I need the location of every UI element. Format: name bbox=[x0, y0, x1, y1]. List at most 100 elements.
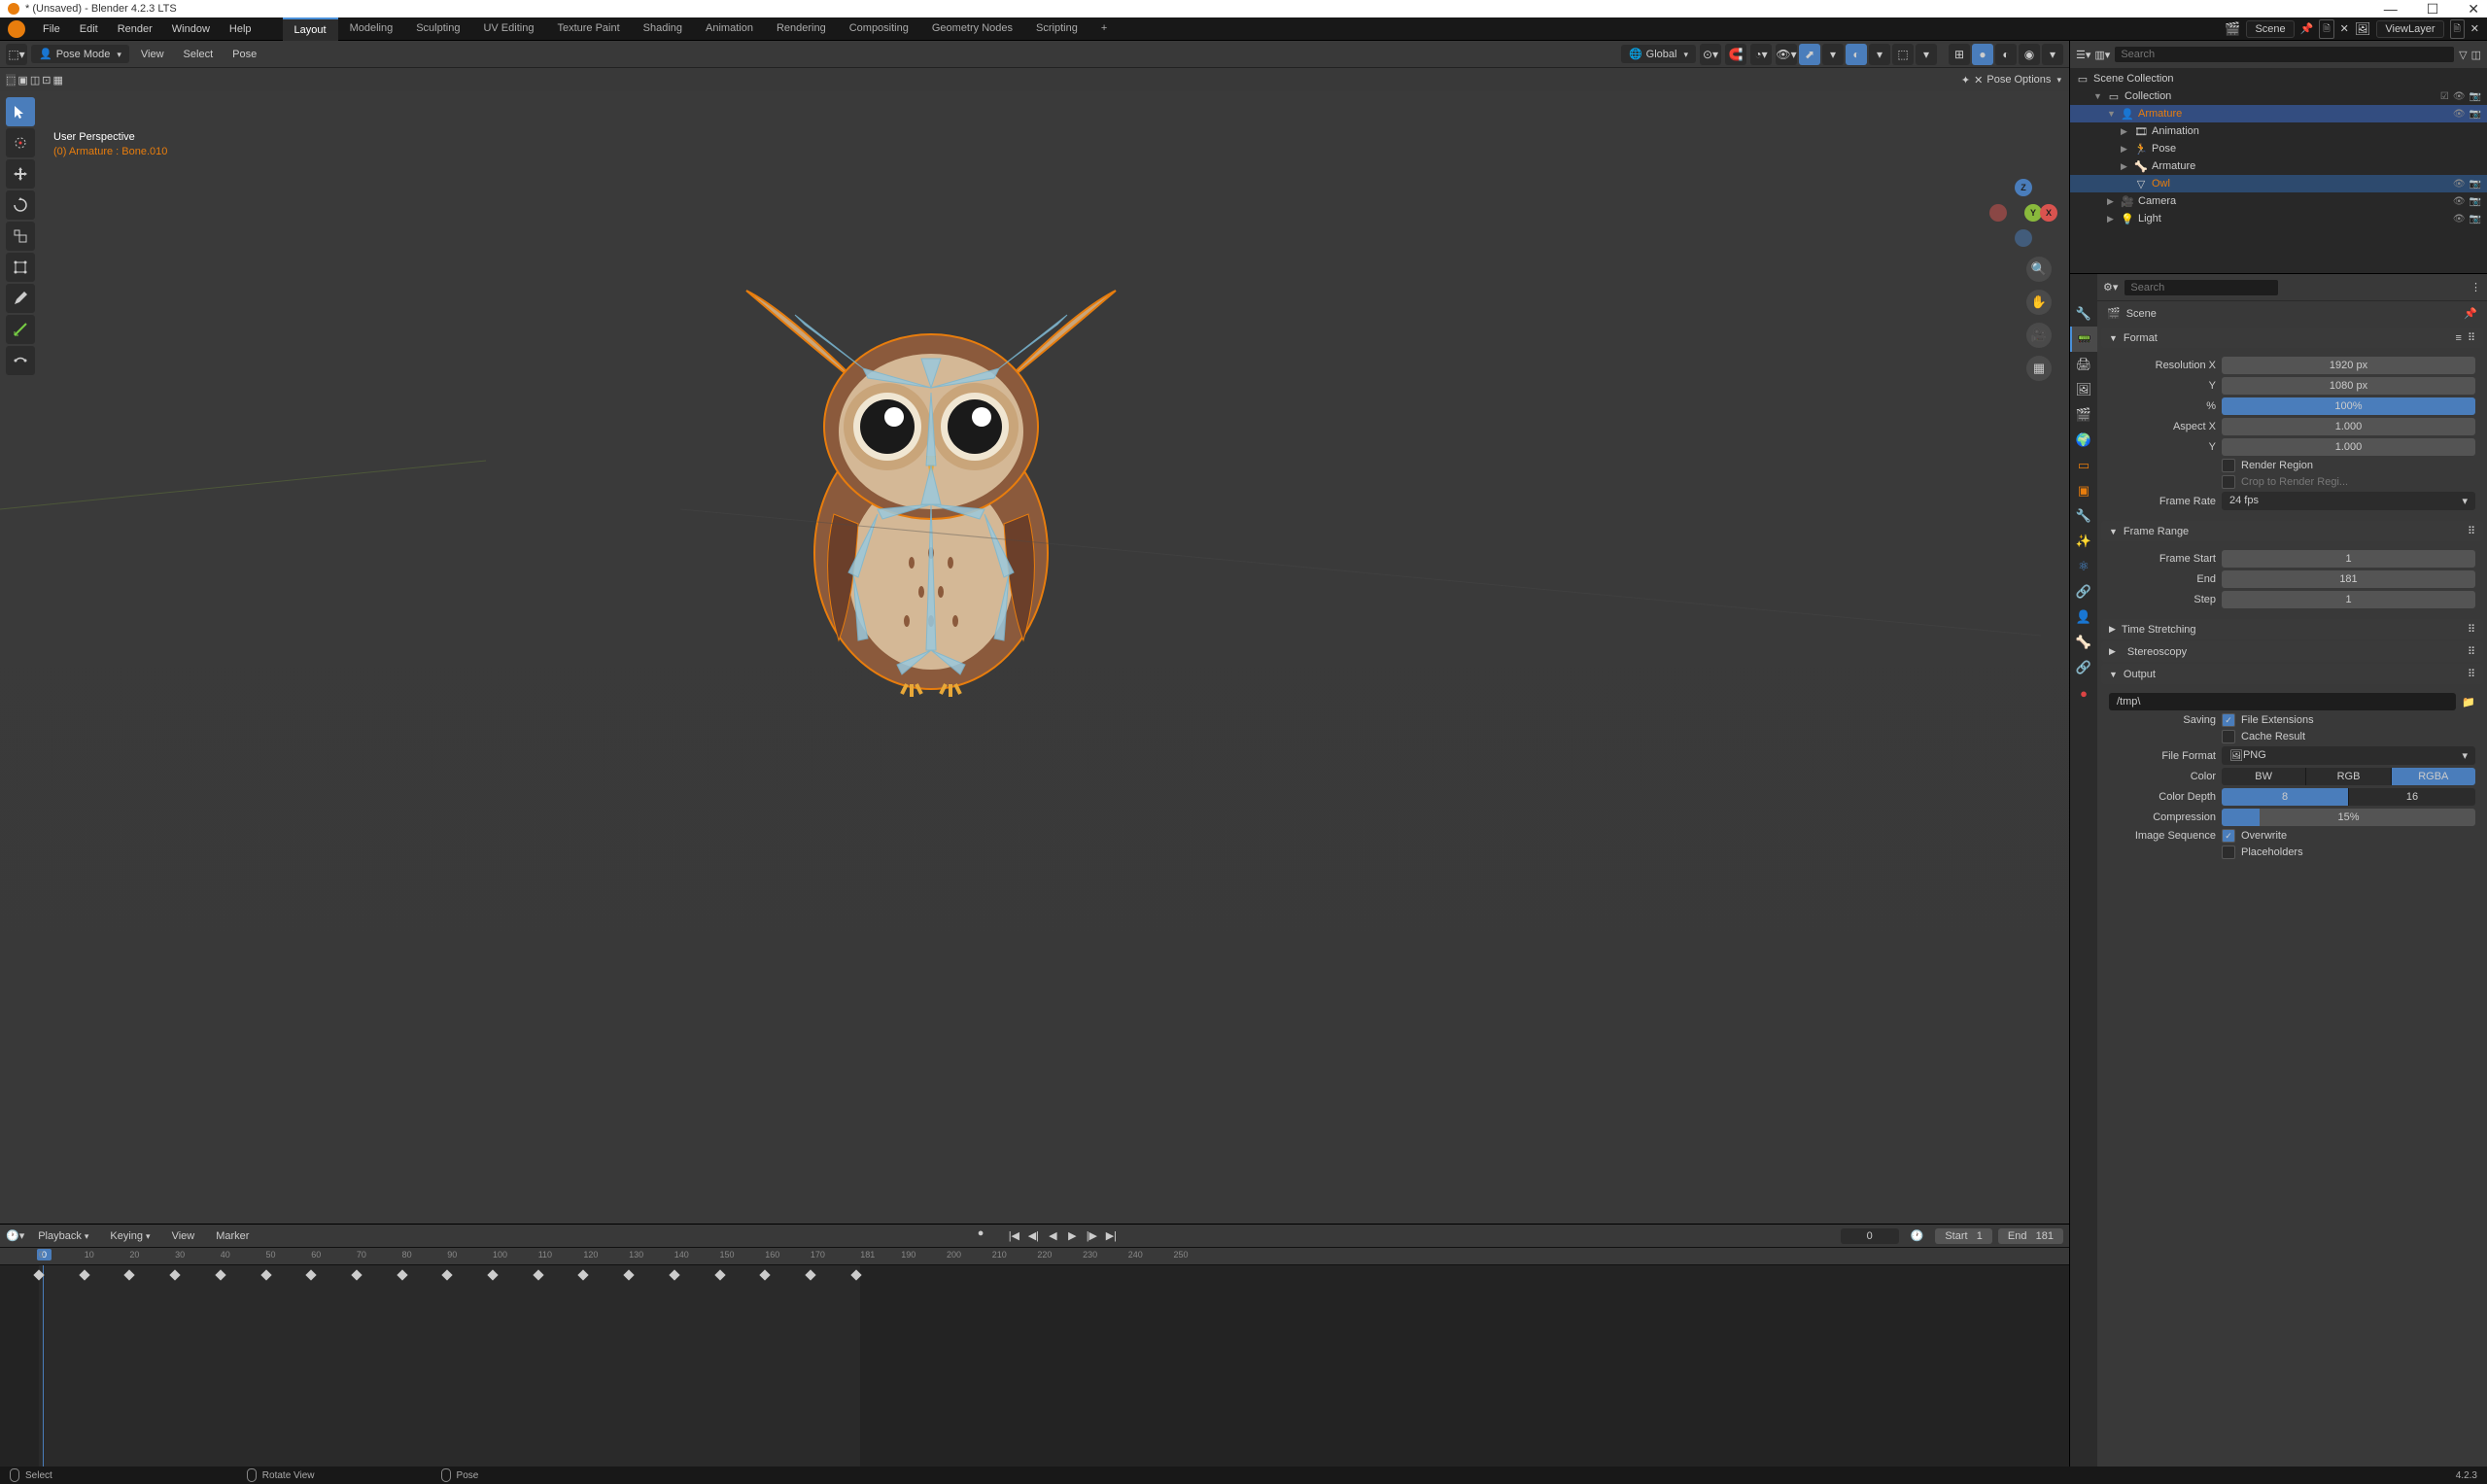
keyframe[interactable] bbox=[442, 1269, 453, 1280]
tree-scene-collection[interactable]: ▭ Scene Collection bbox=[2070, 70, 2487, 87]
panel-stereo-header[interactable]: ▶ Stereoscopy ⠿ bbox=[2101, 641, 2483, 662]
shading-material-icon[interactable]: ◐ bbox=[1995, 44, 2017, 65]
eye-icon[interactable]: 👁 bbox=[2453, 109, 2466, 120]
preset-icon[interactable]: ≡ bbox=[2456, 332, 2462, 344]
keyframe[interactable] bbox=[169, 1269, 180, 1280]
xray-icon[interactable]: ⬚ bbox=[1892, 44, 1914, 65]
drag-icon[interactable]: ⠿ bbox=[2468, 668, 2475, 680]
jump-start-icon[interactable]: |◀ bbox=[1005, 1227, 1022, 1245]
field-resy[interactable]: 1080 px bbox=[2222, 377, 2475, 395]
play-icon[interactable]: ▶ bbox=[1063, 1227, 1081, 1245]
tree-toggle-icon[interactable]: ▶ bbox=[2121, 126, 2130, 137]
eye-icon[interactable]: 👁 bbox=[2453, 179, 2466, 190]
nav-gizmo[interactable]: Z Y X bbox=[1989, 179, 2057, 247]
shading-wireframe-icon[interactable]: ⊞ bbox=[1949, 44, 1970, 65]
tool-scale[interactable] bbox=[6, 222, 35, 251]
outliner-search[interactable] bbox=[2114, 46, 2455, 63]
maximize-button[interactable]: ☐ bbox=[2427, 1, 2439, 17]
field-framestart[interactable]: 1 bbox=[2222, 550, 2475, 568]
end-frame-field[interactable]: End 181 bbox=[1998, 1228, 2063, 1244]
outliner-type-icon[interactable]: ☰▾ bbox=[2076, 49, 2090, 61]
ptab-physics[interactable]: ⚛ bbox=[2070, 554, 2097, 579]
prop-options-icon[interactable]: ⋮ bbox=[2470, 281, 2481, 293]
ptab-output[interactable]: 🖨 bbox=[2070, 352, 2097, 377]
outliner-new-collection-icon[interactable]: ◫ bbox=[2471, 49, 2481, 61]
scene-selector[interactable]: Scene bbox=[2246, 20, 2294, 38]
pivot-icon[interactable]: ⊙▾ bbox=[1700, 44, 1721, 65]
workspace-animation[interactable]: Animation bbox=[694, 17, 765, 41]
mode-selector[interactable]: 👤 Pose Mode bbox=[31, 45, 129, 63]
shading-rendered-icon[interactable]: ◉ bbox=[2019, 44, 2040, 65]
keyframe[interactable] bbox=[487, 1269, 498, 1280]
render-icon[interactable]: 📷 bbox=[2470, 214, 2481, 224]
ptab-particles[interactable]: ✨ bbox=[2070, 529, 2097, 554]
select-mode-1-icon[interactable]: ⬚ bbox=[6, 74, 16, 86]
folder-icon[interactable]: 📁 bbox=[2462, 696, 2475, 708]
workspace-add[interactable]: + bbox=[1089, 17, 1119, 41]
depth-16[interactable]: 16 bbox=[2349, 788, 2475, 806]
viewport-3d[interactable]: User Perspective (0) Armature : Bone.010 bbox=[0, 91, 2069, 1224]
keyframe[interactable] bbox=[850, 1269, 861, 1280]
keyframe[interactable] bbox=[623, 1269, 634, 1280]
blender-logo-icon[interactable] bbox=[8, 20, 25, 38]
ptab-viewlayer[interactable]: 🖼 bbox=[2070, 377, 2097, 402]
keyframe[interactable] bbox=[351, 1269, 362, 1280]
eye-icon[interactable]: 👁 bbox=[2453, 214, 2466, 224]
tree-row-light[interactable]: ▶💡Light👁📷 bbox=[2070, 210, 2487, 227]
render-icon[interactable]: 📷 bbox=[2470, 196, 2481, 207]
select-mode-5-icon[interactable]: ▦ bbox=[52, 74, 62, 86]
keyframe[interactable] bbox=[805, 1269, 815, 1280]
color-rgb[interactable]: RGB bbox=[2306, 768, 2391, 785]
pan-icon[interactable]: ✋ bbox=[2026, 290, 2052, 315]
keyframe[interactable] bbox=[33, 1269, 44, 1280]
menu-window[interactable]: Window bbox=[164, 20, 218, 38]
menu-file[interactable]: File bbox=[35, 20, 68, 38]
workspace-texture[interactable]: Texture Paint bbox=[545, 17, 631, 41]
field-frameend[interactable]: 181 bbox=[2222, 570, 2475, 588]
scene-pin-icon[interactable]: 📌 bbox=[2300, 22, 2314, 35]
chk-crop-region[interactable] bbox=[2222, 475, 2235, 489]
viewlayer-browse-icon[interactable]: 🖼 bbox=[2355, 21, 2371, 37]
ptab-bone[interactable]: 🦴 bbox=[2070, 630, 2097, 655]
keyframe[interactable] bbox=[714, 1269, 725, 1280]
outliner-display-icon[interactable]: ▥▾ bbox=[2094, 49, 2110, 61]
tree-toggle-icon[interactable]: ▶ bbox=[2107, 196, 2117, 207]
prev-keyframe-icon[interactable]: ◀| bbox=[1024, 1227, 1042, 1245]
next-keyframe-icon[interactable]: |▶ bbox=[1083, 1227, 1100, 1245]
outliner-filter-icon[interactable]: ▽ bbox=[2459, 49, 2467, 61]
panel-output-header[interactable]: ▼ Output ⠿ bbox=[2101, 664, 2483, 684]
keyframe[interactable] bbox=[124, 1269, 135, 1280]
workspace-sculpting[interactable]: Sculpting bbox=[404, 17, 471, 41]
tl-view-menu[interactable]: View bbox=[164, 1227, 203, 1245]
current-frame-field[interactable]: 0 bbox=[1841, 1228, 1899, 1244]
panel-format-header[interactable]: ▼ Format ≡ ⠿ bbox=[2101, 328, 2483, 348]
playhead[interactable] bbox=[43, 1265, 44, 1467]
tl-marker-menu[interactable]: Marker bbox=[208, 1227, 257, 1245]
color-bw[interactable]: BW bbox=[2222, 768, 2306, 785]
gizmo-icon[interactable]: ⬈ bbox=[1799, 44, 1820, 65]
tree-toggle-icon[interactable]: ▶ bbox=[2121, 144, 2130, 155]
overlay-dropdown-icon[interactable]: ▾ bbox=[1869, 44, 1890, 65]
tool-extra[interactable] bbox=[6, 346, 35, 375]
compression-slider[interactable]: 15% bbox=[2222, 809, 2475, 826]
drag-icon[interactable]: ⠿ bbox=[2468, 645, 2475, 658]
tl-keying-menu[interactable]: Keying bbox=[102, 1227, 157, 1245]
depth-8[interactable]: 8 bbox=[2222, 788, 2349, 806]
close-panel-icon[interactable]: ✕ bbox=[1974, 74, 1983, 86]
timeline-editor-type-icon[interactable]: 🕐▾ bbox=[6, 1229, 24, 1242]
xray-dropdown-icon[interactable]: ▾ bbox=[1916, 44, 1937, 65]
drag-icon[interactable]: ⠿ bbox=[2468, 525, 2475, 537]
minimize-button[interactable]: — bbox=[2384, 1, 2398, 17]
keyframe[interactable] bbox=[578, 1269, 589, 1280]
workspace-scripting[interactable]: Scripting bbox=[1024, 17, 1089, 41]
tree-toggle-icon[interactable]: ▶ bbox=[2107, 214, 2117, 224]
mirror-icon[interactable]: ✦ bbox=[1961, 74, 1970, 86]
autokey-icon[interactable]: ● bbox=[978, 1227, 984, 1245]
tree-toggle-icon[interactable]: ▼ bbox=[2093, 91, 2103, 101]
chk-placeholders[interactable] bbox=[2222, 846, 2235, 859]
ptab-tool[interactable]: 🔧 bbox=[2070, 301, 2097, 327]
drag-icon[interactable]: ⠿ bbox=[2468, 331, 2475, 344]
menu-render[interactable]: Render bbox=[110, 20, 160, 38]
ptab-bone-constraint[interactable]: 🔗 bbox=[2070, 655, 2097, 680]
tool-measure[interactable] bbox=[6, 315, 35, 344]
